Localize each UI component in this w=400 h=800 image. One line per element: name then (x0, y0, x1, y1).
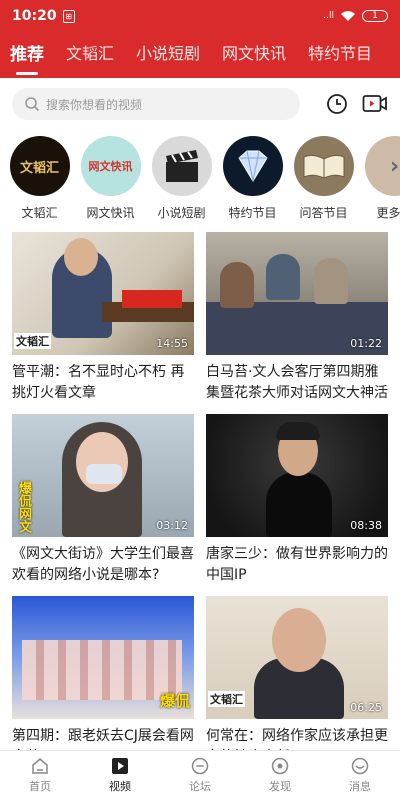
header: 10:20 ⊞ ..ll 1 推荐 文韬汇 小说短剧 网文快讯 特约节目 (0, 0, 400, 78)
channel-special[interactable]: 特约节目 (217, 136, 288, 226)
channel-wentaohui[interactable]: 文韬汇 文韬汇 (4, 136, 75, 226)
video-card[interactable]: 文韬汇 14:55 管平潮：名不显时心不朽 再挑灯火看文章 (12, 232, 194, 404)
battery-icon: 1 (362, 10, 388, 22)
video-title: 白马苔·文人会客厅第四期雅集暨花茶大师对话网文大神活动 (206, 364, 388, 401)
channel-label: 问答节目 (299, 206, 348, 220)
wifi-icon (341, 11, 355, 21)
tab-wentaohui[interactable]: 文韬汇 (66, 40, 114, 70)
history-button[interactable] (324, 91, 350, 117)
clock-icon (327, 94, 347, 114)
channel-more[interactable]: › 更多专 (359, 136, 400, 226)
channel-label: 文韬汇 (21, 206, 58, 220)
channel-news[interactable]: 网文快讯 网文快讯 (75, 136, 146, 226)
video-title: 管平潮：名不显时心不朽 再挑灯火看文章 (12, 364, 185, 401)
status-bar: 10:20 ⊞ ..ll 1 (0, 0, 400, 32)
channel-wentaohui-logo: 文韬汇 (9, 136, 70, 196)
nav-home[interactable]: 首页 (0, 751, 80, 800)
video-thumbnail[interactable]: 08:38 (206, 414, 388, 537)
notification-icon: ⊞ (62, 9, 75, 23)
play-icon (112, 758, 128, 774)
video-duration: 08:38 (350, 519, 382, 532)
bottom-nav: 首页 视频 论坛 发现 消息 (0, 750, 400, 800)
channel-label: 网文快讯 (86, 206, 135, 220)
channel-strip: 文韬汇 文韬汇 网文快讯 网文快讯 小说短剧 特约节目 问答节目 › 更多专 (0, 126, 400, 226)
search-row: 搜索你想看的视频 (0, 82, 400, 126)
video-record-button[interactable] (362, 91, 388, 117)
tab-short-drama[interactable]: 小说短剧 (136, 40, 200, 70)
video-thumbnail[interactable]: 爆侃 (12, 596, 194, 719)
tab-news[interactable]: 网文快讯 (222, 40, 286, 70)
video-thumbnail[interactable]: 爆侃网文 03:12 (12, 414, 194, 537)
video-duration: 03:12 (156, 519, 188, 532)
video-title: 《网文大街访》大学生们最喜欢看的网络小说是哪本? (12, 546, 194, 583)
video-card[interactable]: 爆侃网文 03:12 《网文大街访》大学生们最喜欢看的网络小说是哪本? (12, 414, 194, 586)
chevron-right-icon: › (364, 136, 400, 196)
video-duration: 14:55 (156, 337, 188, 350)
channel-label: 特约节目 (228, 206, 277, 220)
video-thumbnail[interactable]: 文韬汇 14:55 (12, 232, 194, 355)
message-icon (351, 757, 369, 775)
search-placeholder: 搜索你想看的视频 (46, 97, 143, 112)
book-icon (293, 136, 354, 196)
video-card[interactable]: 01:22 白马苔·文人会客厅第四期雅集暨花茶大师对话网文大神活动 (206, 232, 388, 404)
diamond-icon (222, 136, 283, 196)
video-card[interactable]: 08:38 唐家三少：做有世界影响力的中国IP (206, 414, 388, 586)
nav-label: 消息 (349, 780, 371, 793)
video-thumbnail[interactable]: 01:22 (206, 232, 388, 355)
video-icon (362, 95, 387, 112)
nav-discover[interactable]: 发现 (240, 751, 320, 800)
discover-icon (271, 757, 289, 775)
video-duration: 01:22 (350, 337, 382, 350)
video-title: 唐家三少：做有世界影响力的中国IP (206, 546, 388, 583)
watermark: 文韬汇 (14, 333, 51, 349)
forum-icon (191, 757, 209, 775)
watermark: 爆侃网文 (16, 481, 31, 533)
video-duration: 06:25 (350, 701, 382, 714)
channel-short-drama[interactable]: 小说短剧 (146, 136, 217, 226)
channel-label: 小说短剧 (157, 206, 206, 220)
nav-label: 首页 (29, 780, 51, 793)
nav-label: 视频 (109, 780, 131, 793)
nav-video[interactable]: 视频 (80, 751, 160, 800)
tab-recommend[interactable]: 推荐 (10, 40, 44, 71)
channel-label: 更多专 (376, 206, 400, 220)
video-card[interactable]: 文韬汇 06:25 何常在：网络作家应该承担更多的社会责任 (206, 596, 388, 768)
nav-label: 论坛 (189, 780, 211, 793)
home-icon (32, 758, 48, 774)
video-thumbnail[interactable]: 文韬汇 06:25 (206, 596, 388, 719)
search-icon (25, 97, 40, 112)
channel-news-logo: 网文快讯 (80, 136, 141, 196)
watermark: 文韬汇 (208, 691, 245, 707)
watermark: 爆侃 (159, 692, 190, 710)
nav-label: 发现 (269, 780, 291, 793)
channel-qa[interactable]: 问答节目 (288, 136, 359, 226)
tab-special[interactable]: 特约节目 (308, 40, 372, 70)
nav-forum[interactable]: 论坛 (160, 751, 240, 800)
clapperboard-icon (151, 136, 212, 196)
top-tabs: 推荐 文韬汇 小说短剧 网文快讯 特约节目 (0, 32, 400, 78)
video-card[interactable]: 爆侃 第四期：跟老妖去CJ展会看网文节目 (12, 596, 194, 768)
signal-icon: ..ll (323, 11, 334, 21)
nav-messages[interactable]: 消息 (320, 751, 400, 800)
status-time: 10:20 (12, 8, 57, 24)
search-input[interactable]: 搜索你想看的视频 (12, 88, 300, 120)
